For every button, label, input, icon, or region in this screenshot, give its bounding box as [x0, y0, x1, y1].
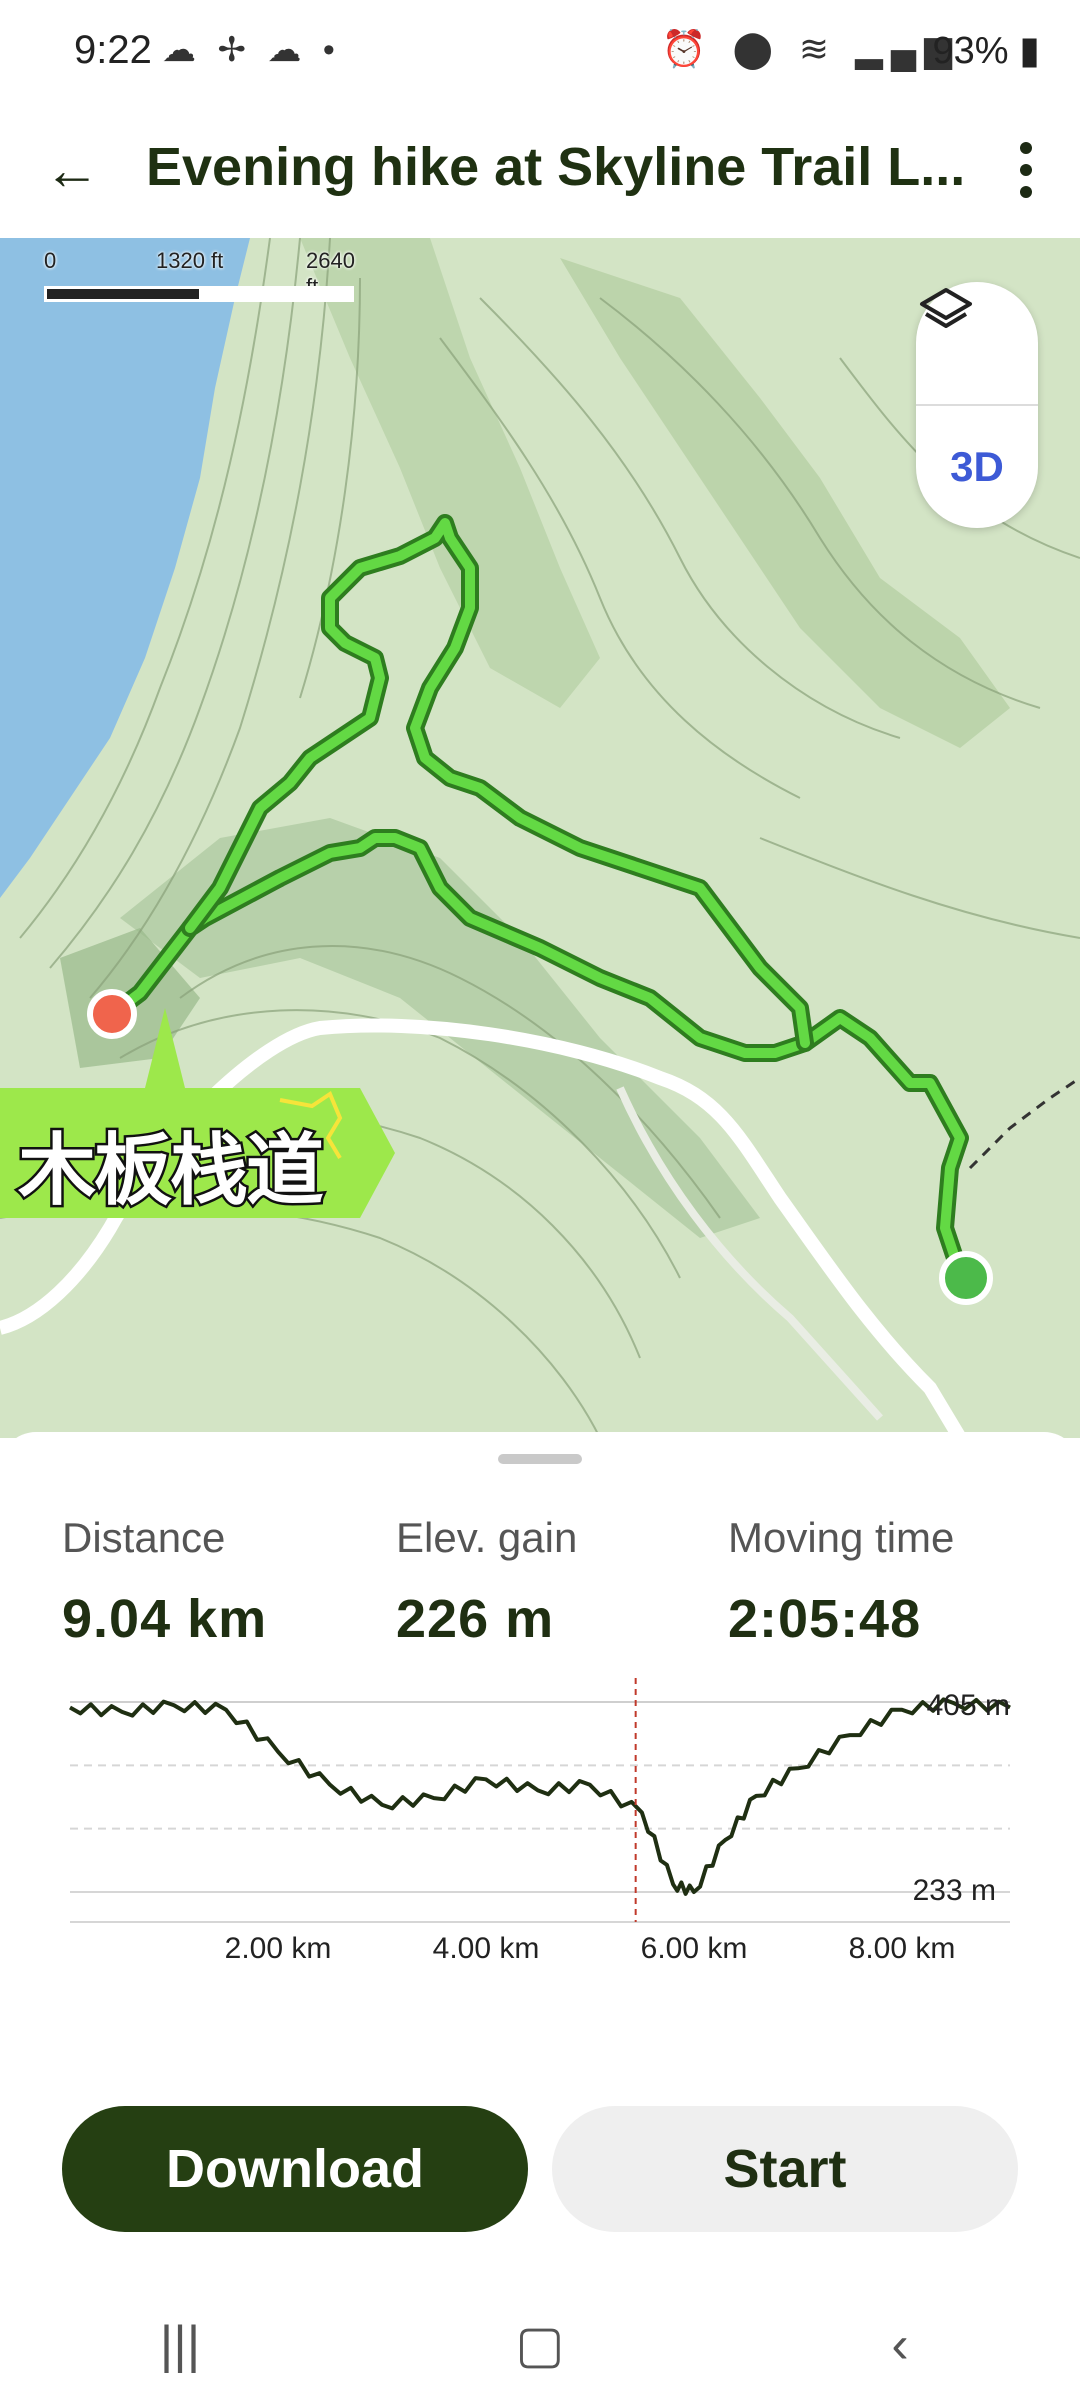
status-bar: 9:22 ☁ ✢ ☁ • ⏰ ⬤ ≋ ▂▄▆ 93% ▮ [0, 0, 1080, 110]
recents-icon[interactable]: ||| [0, 2290, 360, 2400]
map-controls: 3D [916, 282, 1038, 528]
battery-indicator: 93% ▮ [932, 28, 1040, 73]
page-title: Evening hike at Skyline Trail L... [146, 137, 966, 197]
x-tick-2km: 2.00 km [225, 1932, 332, 1965]
distance-label: Distance [62, 1514, 226, 1561]
battery-percent: 93% [932, 30, 1009, 72]
location-icon: ⬤ [732, 28, 781, 69]
stat-elev-gain: Elev. gain 226 m [396, 1514, 577, 1650]
app-header: ← Evening hike at Skyline Trail L... [0, 110, 1080, 238]
chart-min-label: 233 m [913, 1874, 996, 1907]
elevation-line [69, 1697, 1011, 1896]
wifi-icon: ≋ [798, 28, 838, 69]
stat-distance: Distance 9.04 km [62, 1514, 267, 1650]
moving-time-label: Moving time [728, 1514, 955, 1561]
system-nav-bar: ||| ▢ ‹ [0, 2290, 1080, 2400]
sheet-handle[interactable] [498, 1454, 582, 1464]
status-left-icons: ☁ ✢ ☁ • [162, 30, 341, 70]
x-tick-8km: 8.00 km [849, 1932, 956, 1965]
scale-label-1320: 1320 ft [156, 248, 224, 273]
start-marker[interactable] [87, 989, 137, 1039]
elev-gain-value: 226 m [396, 1589, 555, 1649]
chart-max-label: 405 m [927, 1689, 1010, 1722]
elev-gain-label: Elev. gain [396, 1514, 578, 1561]
view-3d-button[interactable]: 3D [916, 406, 1038, 528]
dashed-trail [968, 1076, 1080, 1170]
elevation-chart-svg: 405 m 233 m 2.00 km 4.00 km 6.00 km 8.00… [69, 1678, 1011, 1965]
status-right-icons: ⏰ ⬤ ≋ ▂▄▆ [662, 28, 960, 70]
more-vertical-icon[interactable] [996, 130, 1056, 210]
start-button[interactable]: Start [552, 2106, 1018, 2232]
arrow-left-icon[interactable]: ← [40, 134, 104, 204]
nav-back-icon[interactable]: ‹ [720, 2290, 1080, 2400]
fan-icon: ✢ [217, 31, 252, 69]
scale-label-0: 0 [44, 248, 57, 273]
home-icon[interactable]: ▢ [360, 2290, 720, 2400]
stat-moving-time: Moving time 2:05:48 [728, 1514, 954, 1650]
sticker-label: 木板栈道 [0, 1086, 400, 1218]
cloud-icon: ☁ [162, 31, 202, 69]
scale-bar [44, 286, 354, 302]
status-time: 9:22 [74, 28, 152, 72]
elevation-chart[interactable]: 405 m 233 m 2.00 km 4.00 km 6.00 km 8.00… [0, 1676, 1080, 1966]
cloud-icon: ☁ [267, 31, 308, 69]
end-marker[interactable] [939, 1251, 993, 1305]
dot-icon: • [322, 31, 341, 69]
bottom-sheet: Distance 9.04 km Elev. gain 226 m Moving… [0, 1432, 1080, 2400]
x-tick-6km: 6.00 km [641, 1932, 748, 1965]
distance-value: 9.04 km [62, 1589, 268, 1649]
map-view[interactable]: 0 1320 ft 2640 ft 3D 木板栈道 [0, 238, 1080, 1438]
download-button[interactable]: Download [62, 2106, 528, 2232]
x-tick-4km: 4.00 km [433, 1932, 540, 1965]
sticker-text: 木板栈道 [15, 1124, 326, 1217]
map-scale: 0 1320 ft 2640 ft [40, 248, 360, 308]
battery-icon: ▮ [1008, 30, 1040, 72]
layers-icon[interactable] [916, 282, 1038, 404]
moving-time-value: 2:05:48 [728, 1589, 922, 1649]
alarm-icon: ⏰ [661, 28, 715, 69]
